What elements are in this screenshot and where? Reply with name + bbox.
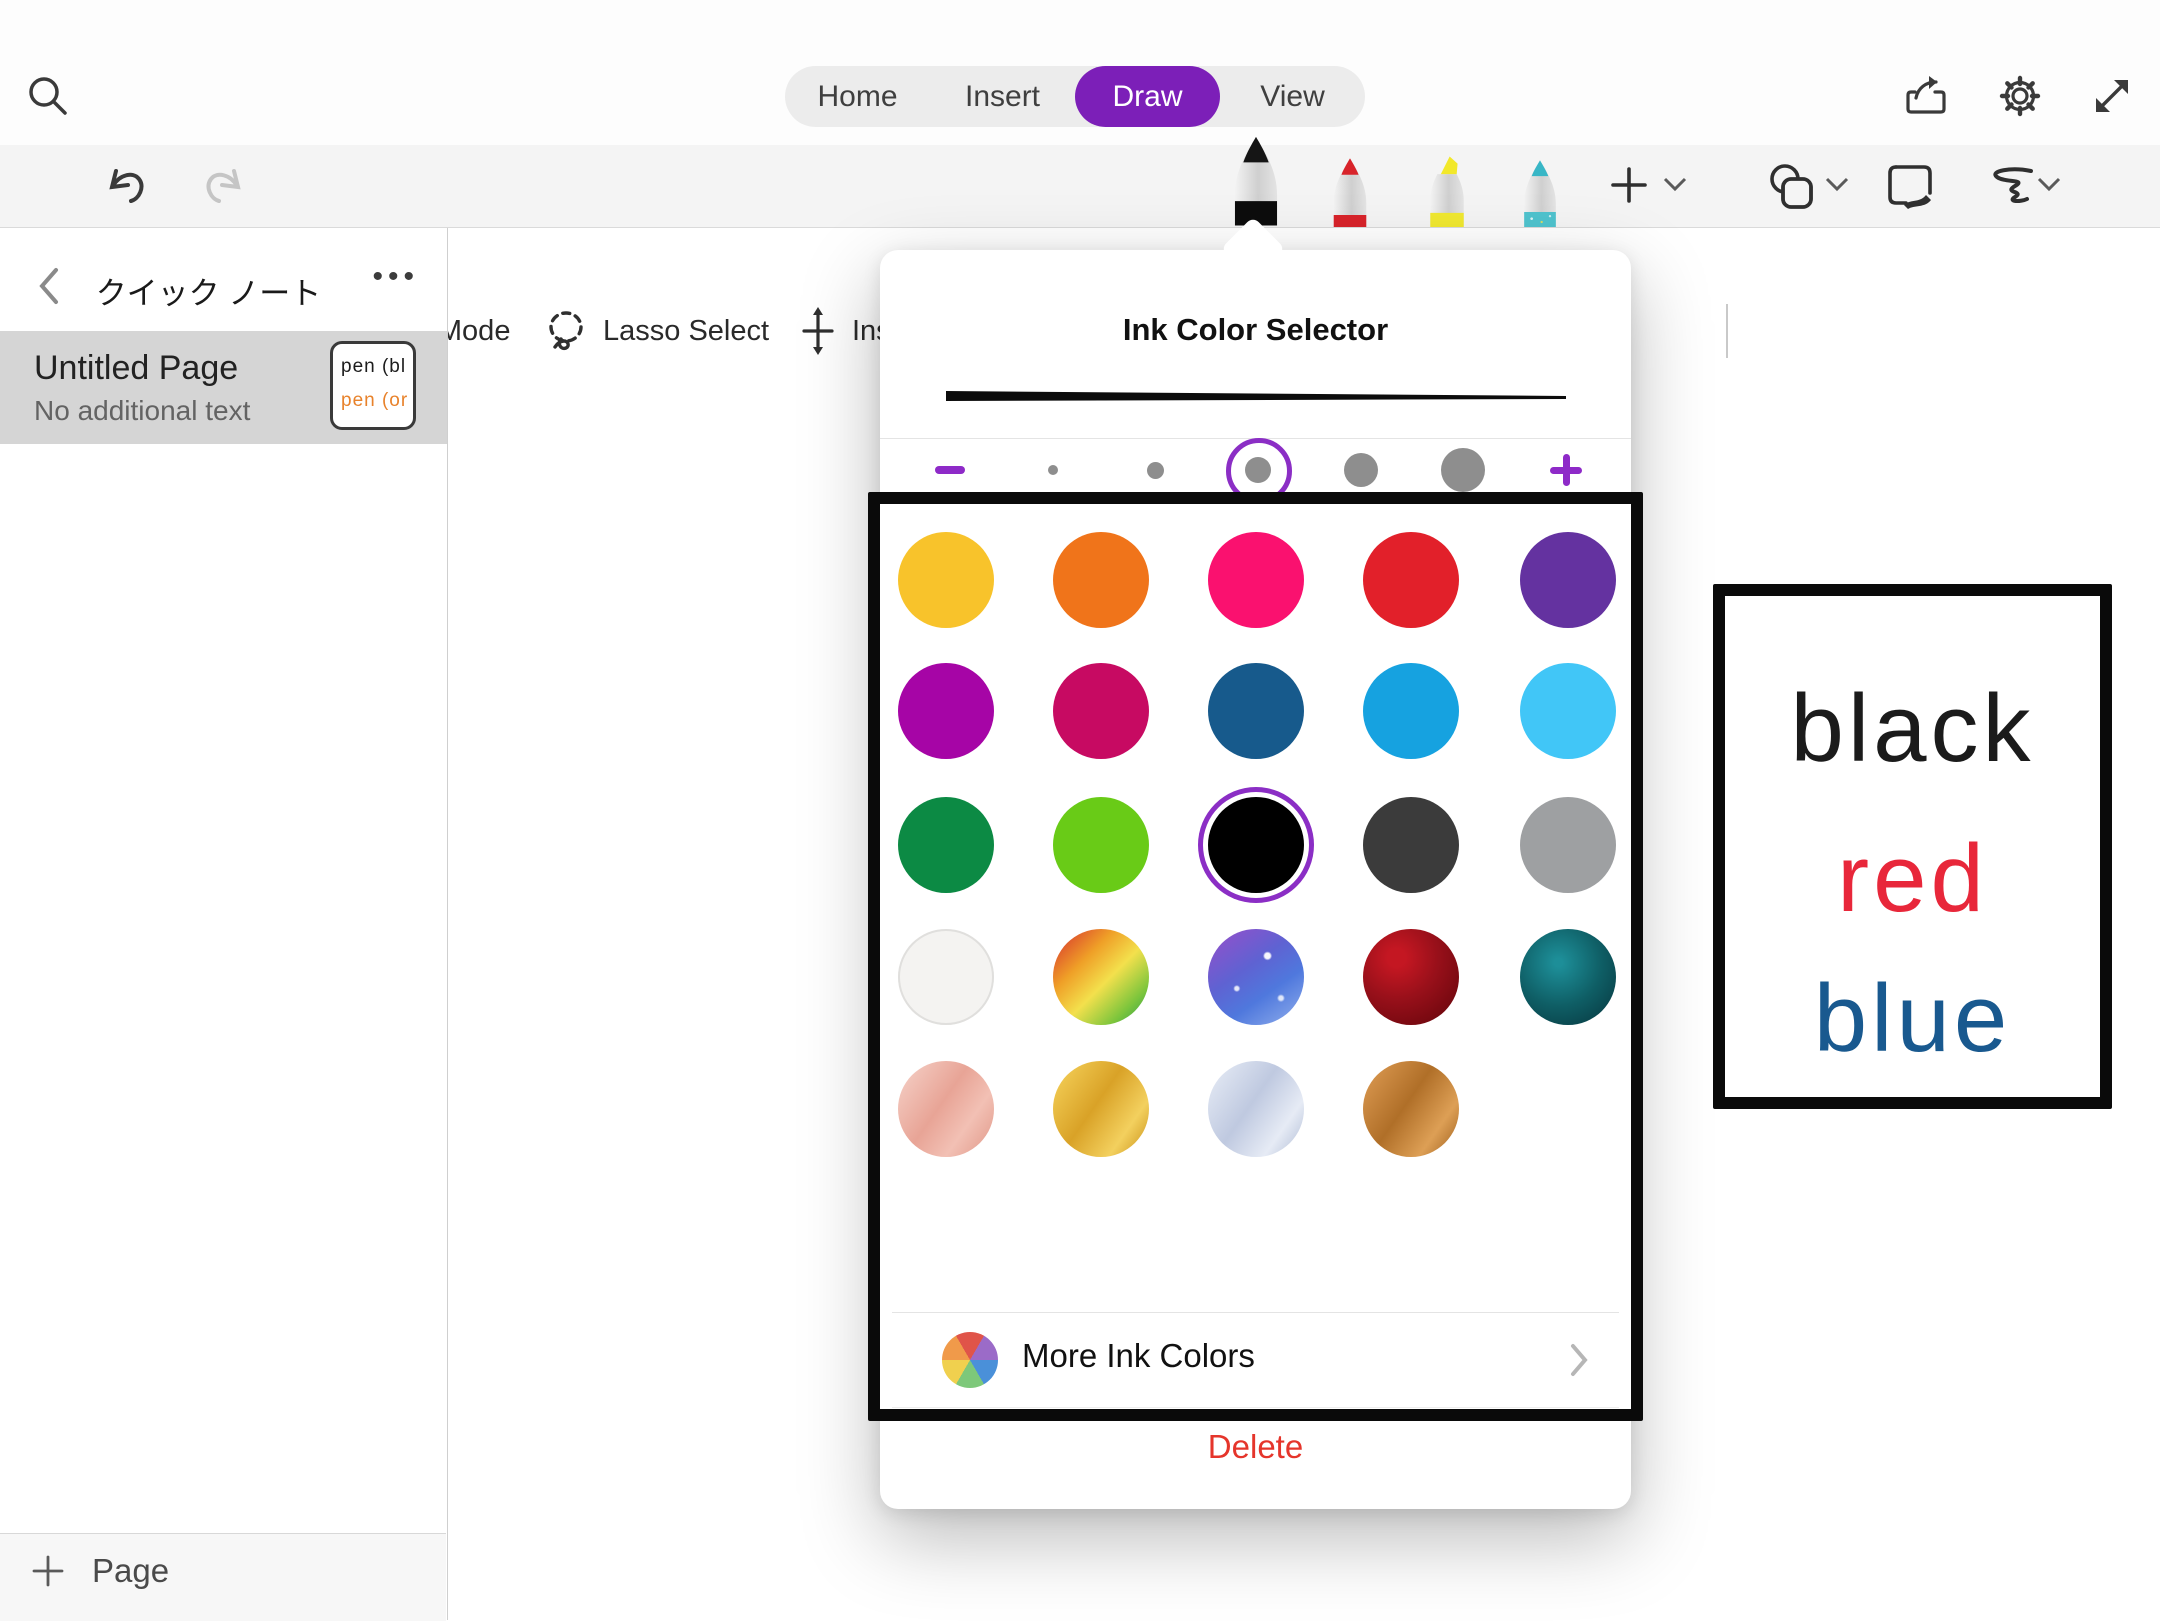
add-page-label: Page	[92, 1552, 169, 1590]
share-icon[interactable]	[1902, 72, 1950, 120]
stroke-size-selector	[926, 440, 1590, 500]
ink-to-text-button[interactable]	[1886, 159, 1938, 213]
page-thumbnail: pen (blpen (or	[330, 341, 416, 430]
tab-home[interactable]: Home	[785, 66, 930, 127]
lasso-select-button[interactable]: Lasso Select	[543, 290, 769, 372]
tab-insert[interactable]: Insert	[930, 66, 1075, 127]
sidebar-header: クイック ノート •••	[0, 252, 447, 322]
plus-icon	[30, 1553, 66, 1589]
sidebar-footer: Page	[0, 1533, 446, 1621]
black-pen[interactable]	[1225, 131, 1287, 227]
insert-space-icon	[798, 305, 838, 357]
add-pen-button[interactable]	[1607, 163, 1651, 209]
annotation-box-ink-words: black red blue	[1713, 584, 2112, 1109]
tab-view[interactable]: View	[1220, 66, 1365, 127]
popover-title: Ink Color Selector	[880, 312, 1631, 348]
stroke-size-option-3[interactable]	[1234, 440, 1282, 500]
ink-word-red: red	[1725, 824, 2100, 934]
annotation-box-color-grid	[868, 492, 1643, 1421]
size-dot	[1441, 448, 1485, 492]
ink-word-black: black	[1725, 674, 2100, 784]
thumbnail-ink-text: pen (bl	[341, 350, 413, 384]
stroke-preview	[946, 384, 1566, 406]
increase-size-button[interactable]	[1542, 440, 1590, 500]
undo-button[interactable]	[103, 161, 151, 211]
page-list-item[interactable]: Untitled Page No additional text pen (bl…	[0, 331, 447, 444]
lasso-select-label: Lasso Select	[603, 315, 769, 348]
page-list-sidebar: クイック ノート ••• Untitled Page No additional…	[0, 228, 448, 1620]
delete-pen-button[interactable]: Delete	[880, 1428, 1631, 1466]
size-dot	[1344, 453, 1378, 487]
ink-replay-button[interactable]	[1981, 165, 2037, 209]
redo-button[interactable]	[199, 161, 247, 211]
draw-ribbon: T Text Mode Lasso Select Insert Space	[0, 145, 2160, 228]
stroke-size-option-1[interactable]	[1029, 440, 1077, 500]
stroke-size-option-2[interactable]	[1131, 440, 1179, 500]
lasso-icon	[543, 306, 589, 356]
thumbnail-ink-text: pen (or	[341, 384, 413, 418]
page-title: Untitled Page	[34, 349, 238, 388]
size-dot	[1147, 462, 1164, 479]
more-options-icon[interactable]: •••	[372, 260, 419, 294]
ribbon-tab-strip: HomeInsertDrawView	[785, 66, 1365, 127]
top-bar: HomeInsertDrawView	[0, 0, 2160, 145]
expand-icon[interactable]	[2088, 72, 2136, 120]
shapes-button[interactable]	[1763, 159, 1819, 213]
red-pen[interactable]	[1324, 155, 1376, 227]
decrease-size-button[interactable]	[926, 440, 974, 500]
chevron-down-icon[interactable]	[1662, 175, 1688, 193]
ribbon-divider	[1726, 304, 1728, 358]
ink-word-blue: blue	[1725, 964, 2100, 1074]
size-dot	[1245, 457, 1271, 483]
tab-draw[interactable]: Draw	[1075, 66, 1220, 127]
chevron-down-icon[interactable]	[2036, 175, 2062, 193]
page-subtitle: No additional text	[34, 395, 250, 427]
yellow-highlighter[interactable]	[1419, 153, 1475, 227]
add-page-button[interactable]: Page	[30, 1552, 169, 1590]
stroke-size-option-4[interactable]	[1337, 440, 1385, 500]
size-dot	[1048, 465, 1058, 475]
settings-gear-icon[interactable]	[1996, 72, 2044, 120]
search-icon[interactable]	[24, 72, 72, 120]
stroke-size-option-5[interactable]	[1439, 440, 1487, 500]
galaxy-pencil[interactable]	[1514, 157, 1566, 227]
chevron-down-icon[interactable]	[1824, 175, 1850, 193]
notebook-title: クイック ノート	[60, 268, 357, 313]
